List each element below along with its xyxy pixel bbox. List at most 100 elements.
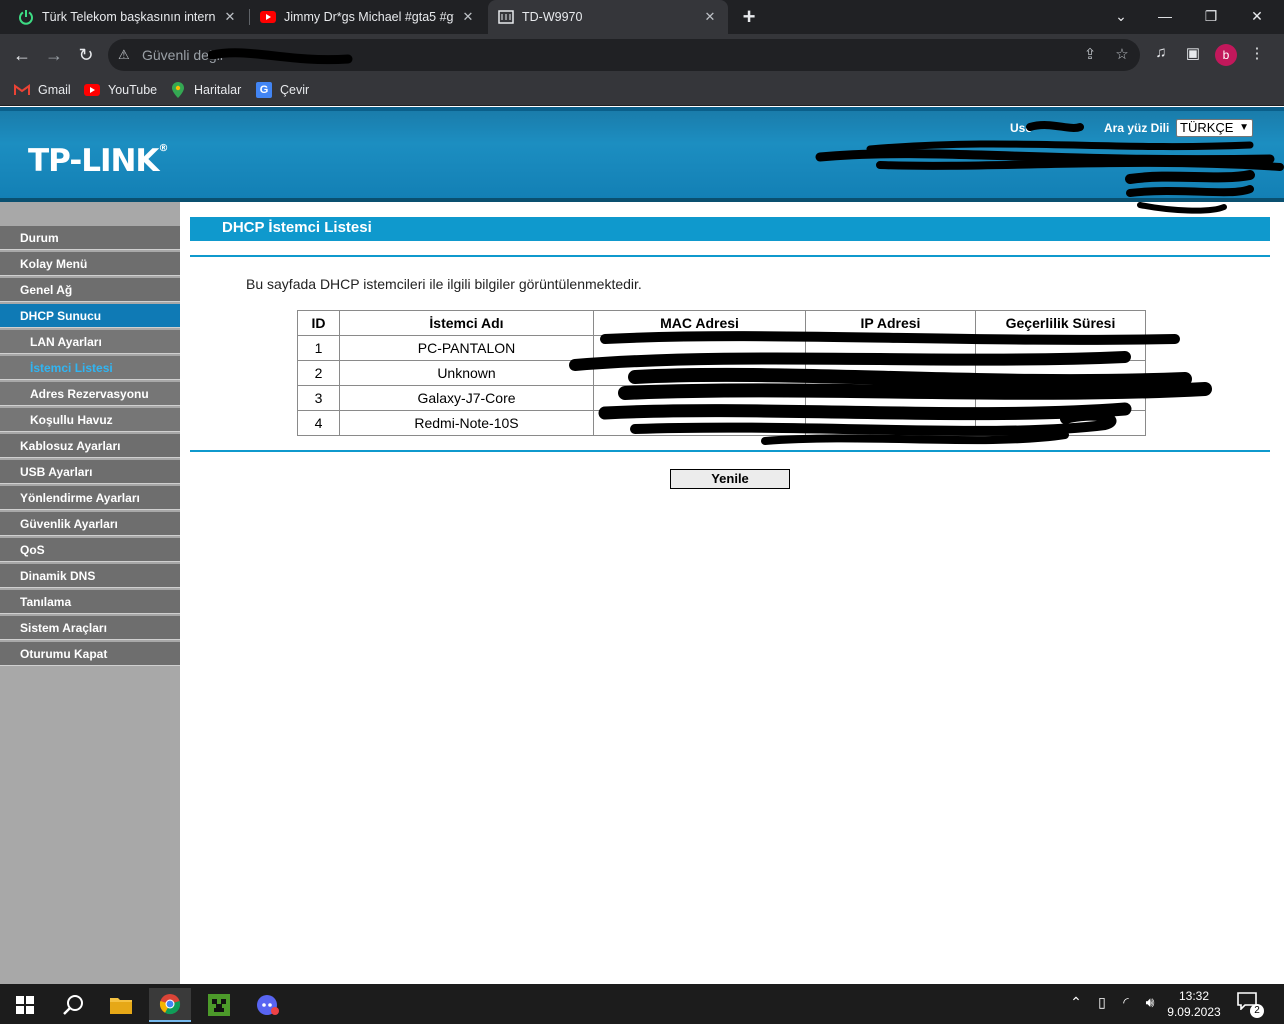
cell-mac [593,410,806,436]
bookmark-star-icon[interactable]: ☆ [1112,45,1132,65]
close-window-button[interactable]: ✕ [1234,0,1280,32]
wifi-icon[interactable]: ◜ [1116,994,1136,1011]
sidebar-item-yonlendirme-ayarlari[interactable]: Yönlendirme Ayarları [0,486,180,510]
bookmark-haritalar[interactable]: Haritalar [170,82,241,98]
sidebar-item-adres-rezervasyonu[interactable]: Adres Rezervasyonu [0,382,180,406]
notification-count: 2 [1250,1004,1264,1018]
system-clock[interactable]: 13:32 9.09.2023 [1162,988,1226,1020]
notification-icon[interactable]: 2 [1236,992,1264,1018]
language-value: TÜRKÇE [1180,120,1234,135]
router-page: TP-LINK® Use Ara yüz Dili TÜRKÇE ▼ Durum… [0,107,1284,984]
sidebar-item-dhcp-sunucu[interactable]: DHCP Sunucu [0,304,180,328]
sidebar-item-kablosuz-ayarlari[interactable]: Kablosuz Ayarları [0,434,180,458]
sidebar-item-qos[interactable]: QoS [0,538,180,562]
browser-tab-router[interactable]: TD-W9970 ✕ [488,0,728,34]
minecraft-taskbar-button[interactable] [198,988,240,1022]
translate-icon: G [256,82,272,98]
discord-icon [257,995,279,1015]
discord-taskbar-button[interactable] [247,988,289,1022]
sidebar-item-durum[interactable]: Durum [0,226,180,250]
cell-id: 4 [297,410,340,436]
youtube-icon [260,9,276,25]
sidebar-item-sistem-araclari[interactable]: Sistem Araçları [0,616,180,640]
bookmark-label: YouTube [108,83,158,97]
reload-button[interactable]: ↻ [74,43,98,67]
minimize-button[interactable]: — [1142,0,1188,32]
device-icon[interactable]: ▯ [1092,994,1112,1011]
sidebar-item-tanilama[interactable]: Tanılama [0,590,180,614]
sidebar-item-usb-ayarlari[interactable]: USB Ayarları [0,460,180,484]
table-row: 4 Redmi-Note-10S [297,410,1146,436]
column-header-mac: MAC Adresi [593,310,806,336]
new-tab-button[interactable]: + [736,4,762,30]
start-button[interactable] [4,988,46,1022]
address-bar[interactable]: ⚠ Güvenli değil ⇪ ☆ [108,39,1140,71]
browser-toolbar: ← → ↻ ⚠ Güvenli değil ⇪ ☆ ♫ ▣ b ⋮ [0,34,1284,76]
dhcp-client-table: ID İstemci Adı MAC Adresi IP Adresi Geçe… [297,310,1146,436]
header-bottom-stripe [0,198,1284,202]
column-header-id: ID [297,310,340,336]
sidebar-item-guvenlik-ayarlari[interactable]: Güvenlik Ayarları [0,512,180,536]
media-controls-icon[interactable]: ♫ [1150,44,1172,66]
chevron-down-icon: ▼ [1239,122,1249,133]
user-label: Use [1010,121,1033,135]
header-top-stripe [0,107,1284,111]
sidebar-item-lan-ayarlari[interactable]: LAN Ayarları [0,330,180,354]
sidebar-item-kolay-menu[interactable]: Kolay Menü [0,252,180,276]
redaction-scribble [208,48,353,65]
sidebar-item-istemci-listesi[interactable]: İstemci Listesi [0,356,180,380]
restore-button[interactable]: ❐ [1188,0,1234,32]
close-icon[interactable]: ✕ [702,9,718,25]
search-button[interactable] [52,988,94,1022]
share-icon[interactable]: ⇪ [1080,45,1100,65]
sidebar-item-genel-ag[interactable]: Genel Ağ [0,278,180,302]
tab-search-chevron-icon[interactable]: ⌄ [1098,0,1144,32]
refresh-button[interactable]: Yenile [670,469,790,489]
forward-button[interactable]: → [42,43,66,67]
tab-title: Jimmy Dr*gs Michael #gta5 #gta [284,10,454,24]
warning-icon[interactable]: ⚠ [118,47,134,63]
router-header: TP-LINK® Use Ara yüz Dili TÜRKÇE ▼ [0,107,1284,214]
clock-date: 9.09.2023 [1167,1005,1221,1019]
sidebar-item-oturumu-kapat[interactable]: Oturumu Kapat [0,642,180,666]
browser-tab-bar: Türk Telekom başkasının internet ✕ Jimmy… [0,0,1284,34]
side-panel-icon[interactable]: ▣ [1182,44,1204,66]
cell-client-name: PC-PANTALON [339,335,594,361]
volume-icon[interactable]: 🔊︎ [1140,994,1160,1011]
file-explorer-button[interactable] [100,988,142,1022]
cell-id: 1 [297,335,340,361]
back-button[interactable]: ← [10,43,34,67]
chrome-icon [159,994,181,1015]
browser-tab-youtube[interactable]: Jimmy Dr*gs Michael #gta5 #gta ✕ [250,0,486,34]
bookmark-cevir[interactable]: G Çevir [256,82,309,98]
chrome-taskbar-button[interactable] [149,988,191,1022]
tab-title: TD-W9970 [522,10,583,24]
chevron-up-icon[interactable]: ⌃ [1066,994,1086,1011]
cell-ip [805,385,976,411]
minecraft-icon [208,994,230,1016]
sidebar-item-dinamik-dns[interactable]: Dinamik DNS [0,564,180,588]
menu-kebab-icon[interactable]: ⋮ [1246,44,1268,66]
language-select[interactable]: TÜRKÇE ▼ [1176,119,1253,137]
page-title: DHCP İstemci Listesi [190,217,1270,241]
maps-pin-icon [170,82,186,98]
profile-avatar[interactable]: b [1215,44,1237,66]
page-description: Bu sayfada DHCP istemcileri ile ilgili b… [246,276,642,292]
browser-tab-turk-telekom[interactable]: Türk Telekom başkasının internet ✕ [8,0,248,34]
router-icon [498,9,514,25]
cell-client-name: Unknown [339,360,594,386]
table-header-row: ID İstemci Adı MAC Adresi IP Adresi Geçe… [297,310,1146,336]
bookmark-label: Haritalar [194,83,242,97]
bookmark-gmail[interactable]: Gmail [14,82,71,98]
close-icon[interactable]: ✕ [222,9,238,25]
cell-ip [805,410,976,436]
cell-client-name: Redmi-Note-10S [339,410,594,436]
cell-mac [593,335,806,361]
cell-ip [805,335,976,361]
bookmark-youtube[interactable]: YouTube [84,82,157,98]
sidebar-item-kosullu-havuz[interactable]: Koşullu Havuz [0,408,180,432]
cell-lease [975,335,1146,361]
divider [190,450,1270,452]
close-icon[interactable]: ✕ [460,9,476,25]
table-row: 2 Unknown [297,360,1146,386]
